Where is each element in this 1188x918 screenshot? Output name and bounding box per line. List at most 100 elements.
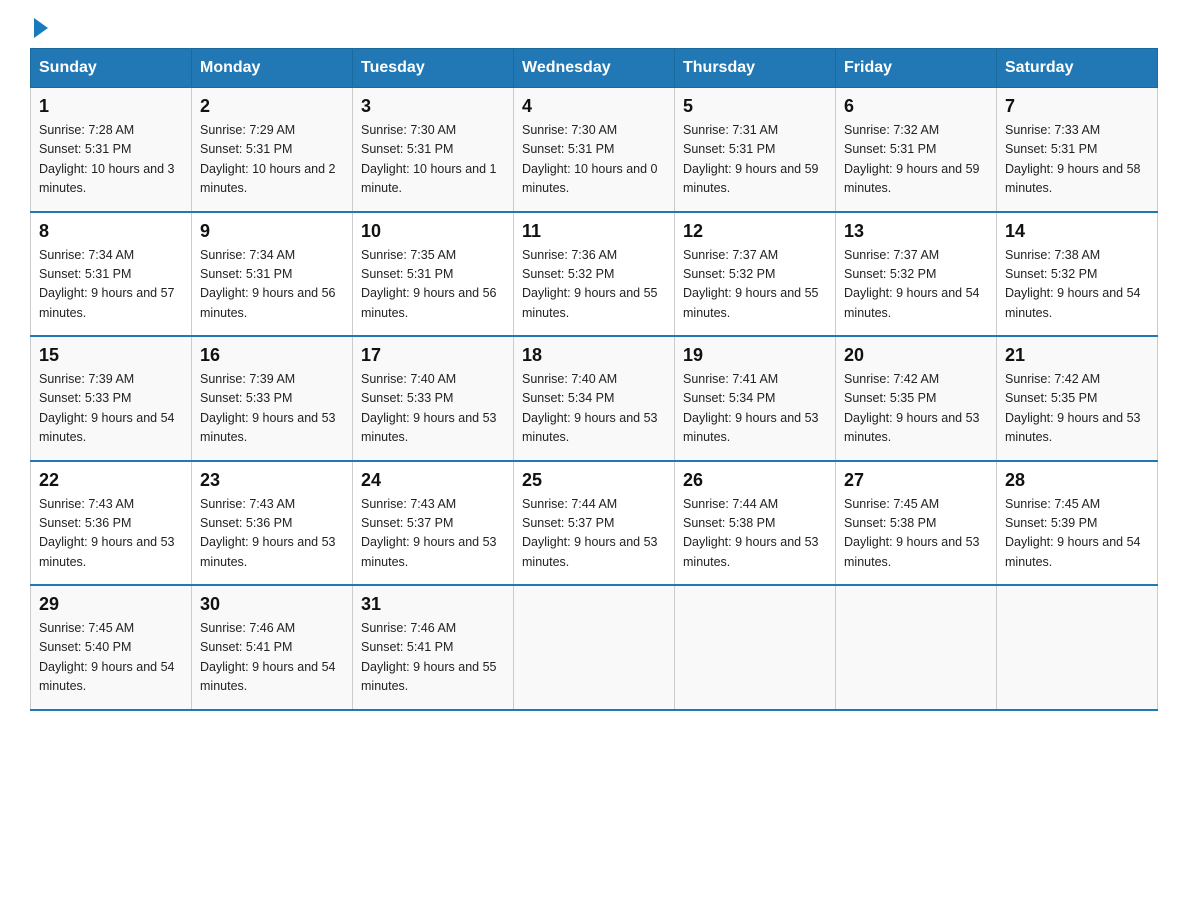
page-header — [30, 20, 1158, 38]
day-info: Sunrise: 7:44 AMSunset: 5:37 PMDaylight:… — [522, 495, 666, 573]
day-number: 17 — [361, 345, 505, 366]
day-number: 10 — [361, 221, 505, 242]
calendar-cell: 19Sunrise: 7:41 AMSunset: 5:34 PMDayligh… — [675, 336, 836, 461]
week-row-2: 8 Sunrise: 7:34 AMSunset: 5:31 PMDaylight… — [31, 212, 1158, 337]
day-info: Sunrise: 7:40 AMSunset: 5:33 PMDaylight:… — [361, 370, 505, 448]
calendar-cell: 30 Sunrise: 7:46 AMSunset: 5:41 PMDayligh… — [192, 585, 353, 710]
day-info: Sunrise: 7:37 AMSunset: 5:32 PMDaylight:… — [683, 246, 827, 324]
day-number: 22 — [39, 470, 183, 491]
calendar-cell — [997, 585, 1158, 710]
day-info: Sunrise: 7:42 AMSunset: 5:35 PMDaylight:… — [844, 370, 988, 448]
day-number: 13 — [844, 221, 988, 242]
calendar-cell: 9 Sunrise: 7:34 AMSunset: 5:31 PMDaylight… — [192, 212, 353, 337]
day-number: 8 — [39, 221, 183, 242]
calendar-cell: 25Sunrise: 7:44 AMSunset: 5:37 PMDayligh… — [514, 461, 675, 586]
week-row-4: 22 Sunrise: 7:43 AMSunset: 5:36 PMDayligh… — [31, 461, 1158, 586]
calendar-cell: 13Sunrise: 7:37 AMSunset: 5:32 PMDayligh… — [836, 212, 997, 337]
calendar-cell: 8 Sunrise: 7:34 AMSunset: 5:31 PMDaylight… — [31, 212, 192, 337]
day-number: 27 — [844, 470, 988, 491]
calendar-cell: 28 Sunrise: 7:45 AMSunset: 5:39 PMDayligh… — [997, 461, 1158, 586]
day-number: 12 — [683, 221, 827, 242]
day-number: 29 — [39, 594, 183, 615]
calendar-cell: 24 Sunrise: 7:43 AMSunset: 5:37 PMDayligh… — [353, 461, 514, 586]
day-number: 14 — [1005, 221, 1149, 242]
day-info: Sunrise: 7:34 AMSunset: 5:31 PMDaylight:… — [200, 246, 344, 324]
day-number: 11 — [522, 221, 666, 242]
day-info: Sunrise: 7:43 AMSunset: 5:36 PMDaylight:… — [200, 495, 344, 573]
day-number: 24 — [361, 470, 505, 491]
day-info: Sunrise: 7:41 AMSunset: 5:34 PMDaylight:… — [683, 370, 827, 448]
weekday-header-wednesday: Wednesday — [514, 49, 675, 88]
weekday-header-monday: Monday — [192, 49, 353, 88]
calendar-cell: 20Sunrise: 7:42 AMSunset: 5:35 PMDayligh… — [836, 336, 997, 461]
calendar-cell: 11 Sunrise: 7:36 AMSunset: 5:32 PMDayligh… — [514, 212, 675, 337]
day-number: 2 — [200, 96, 344, 117]
calendar-cell: 3 Sunrise: 7:30 AMSunset: 5:31 PMDaylight… — [353, 88, 514, 212]
day-info: Sunrise: 7:44 AMSunset: 5:38 PMDaylight:… — [683, 495, 827, 573]
weekday-header-thursday: Thursday — [675, 49, 836, 88]
day-info: Sunrise: 7:45 AMSunset: 5:39 PMDaylight:… — [1005, 495, 1149, 573]
week-row-5: 29Sunrise: 7:45 AMSunset: 5:40 PMDayligh… — [31, 585, 1158, 710]
day-number: 9 — [200, 221, 344, 242]
day-number: 21 — [1005, 345, 1149, 366]
day-info: Sunrise: 7:32 AMSunset: 5:31 PMDaylight:… — [844, 121, 988, 199]
day-number: 18 — [522, 345, 666, 366]
calendar-cell: 4 Sunrise: 7:30 AMSunset: 5:31 PMDaylight… — [514, 88, 675, 212]
calendar-cell: 29Sunrise: 7:45 AMSunset: 5:40 PMDayligh… — [31, 585, 192, 710]
day-number: 3 — [361, 96, 505, 117]
day-info: Sunrise: 7:30 AMSunset: 5:31 PMDaylight:… — [522, 121, 666, 199]
calendar-cell: 27 Sunrise: 7:45 AMSunset: 5:38 PMDayligh… — [836, 461, 997, 586]
day-info: Sunrise: 7:36 AMSunset: 5:32 PMDaylight:… — [522, 246, 666, 324]
day-info: Sunrise: 7:42 AMSunset: 5:35 PMDaylight:… — [1005, 370, 1149, 448]
day-info: Sunrise: 7:28 AMSunset: 5:31 PMDaylight:… — [39, 121, 183, 199]
calendar-cell: 10 Sunrise: 7:35 AMSunset: 5:31 PMDayligh… — [353, 212, 514, 337]
day-info: Sunrise: 7:30 AMSunset: 5:31 PMDaylight:… — [361, 121, 505, 199]
weekday-header-tuesday: Tuesday — [353, 49, 514, 88]
day-number: 31 — [361, 594, 505, 615]
day-info: Sunrise: 7:31 AMSunset: 5:31 PMDaylight:… — [683, 121, 827, 199]
day-number: 23 — [200, 470, 344, 491]
calendar-cell — [514, 585, 675, 710]
day-number: 15 — [39, 345, 183, 366]
day-number: 16 — [200, 345, 344, 366]
day-number: 26 — [683, 470, 827, 491]
day-number: 4 — [522, 96, 666, 117]
weekday-header-saturday: Saturday — [997, 49, 1158, 88]
day-info: Sunrise: 7:39 AMSunset: 5:33 PMDaylight:… — [39, 370, 183, 448]
calendar-cell: 16 Sunrise: 7:39 AMSunset: 5:33 PMDayligh… — [192, 336, 353, 461]
day-info: Sunrise: 7:43 AMSunset: 5:36 PMDaylight:… — [39, 495, 183, 573]
day-info: Sunrise: 7:35 AMSunset: 5:31 PMDaylight:… — [361, 246, 505, 324]
week-row-1: 1 Sunrise: 7:28 AMSunset: 5:31 PMDaylight… — [31, 88, 1158, 212]
day-number: 1 — [39, 96, 183, 117]
calendar-cell — [836, 585, 997, 710]
calendar-table: SundayMondayTuesdayWednesdayThursdayFrid… — [30, 48, 1158, 711]
day-info: Sunrise: 7:34 AMSunset: 5:31 PMDaylight:… — [39, 246, 183, 324]
week-row-3: 15 Sunrise: 7:39 AMSunset: 5:33 PMDayligh… — [31, 336, 1158, 461]
calendar-cell: 22 Sunrise: 7:43 AMSunset: 5:36 PMDayligh… — [31, 461, 192, 586]
calendar-cell: 17 Sunrise: 7:40 AMSunset: 5:33 PMDayligh… — [353, 336, 514, 461]
calendar-cell: 7Sunrise: 7:33 AMSunset: 5:31 PMDaylight… — [997, 88, 1158, 212]
calendar-cell: 2 Sunrise: 7:29 AMSunset: 5:31 PMDaylight… — [192, 88, 353, 212]
day-info: Sunrise: 7:39 AMSunset: 5:33 PMDaylight:… — [200, 370, 344, 448]
day-info: Sunrise: 7:29 AMSunset: 5:31 PMDaylight:… — [200, 121, 344, 199]
day-number: 30 — [200, 594, 344, 615]
weekday-header-friday: Friday — [836, 49, 997, 88]
day-info: Sunrise: 7:43 AMSunset: 5:37 PMDaylight:… — [361, 495, 505, 573]
day-info: Sunrise: 7:38 AMSunset: 5:32 PMDaylight:… — [1005, 246, 1149, 324]
calendar-cell: 18 Sunrise: 7:40 AMSunset: 5:34 PMDayligh… — [514, 336, 675, 461]
day-number: 6 — [844, 96, 988, 117]
day-info: Sunrise: 7:40 AMSunset: 5:34 PMDaylight:… — [522, 370, 666, 448]
weekday-header-sunday: Sunday — [31, 49, 192, 88]
day-number: 28 — [1005, 470, 1149, 491]
day-info: Sunrise: 7:46 AMSunset: 5:41 PMDaylight:… — [200, 619, 344, 697]
calendar-cell: 5 Sunrise: 7:31 AMSunset: 5:31 PMDaylight… — [675, 88, 836, 212]
day-info: Sunrise: 7:46 AMSunset: 5:41 PMDaylight:… — [361, 619, 505, 697]
calendar-cell: 15 Sunrise: 7:39 AMSunset: 5:33 PMDayligh… — [31, 336, 192, 461]
calendar-cell: 26 Sunrise: 7:44 AMSunset: 5:38 PMDayligh… — [675, 461, 836, 586]
calendar-cell — [675, 585, 836, 710]
calendar-cell: 1 Sunrise: 7:28 AMSunset: 5:31 PMDaylight… — [31, 88, 192, 212]
calendar-cell: 14 Sunrise: 7:38 AMSunset: 5:32 PMDayligh… — [997, 212, 1158, 337]
calendar-cell: 21 Sunrise: 7:42 AMSunset: 5:35 PMDayligh… — [997, 336, 1158, 461]
day-number: 5 — [683, 96, 827, 117]
day-info: Sunrise: 7:45 AMSunset: 5:38 PMDaylight:… — [844, 495, 988, 573]
